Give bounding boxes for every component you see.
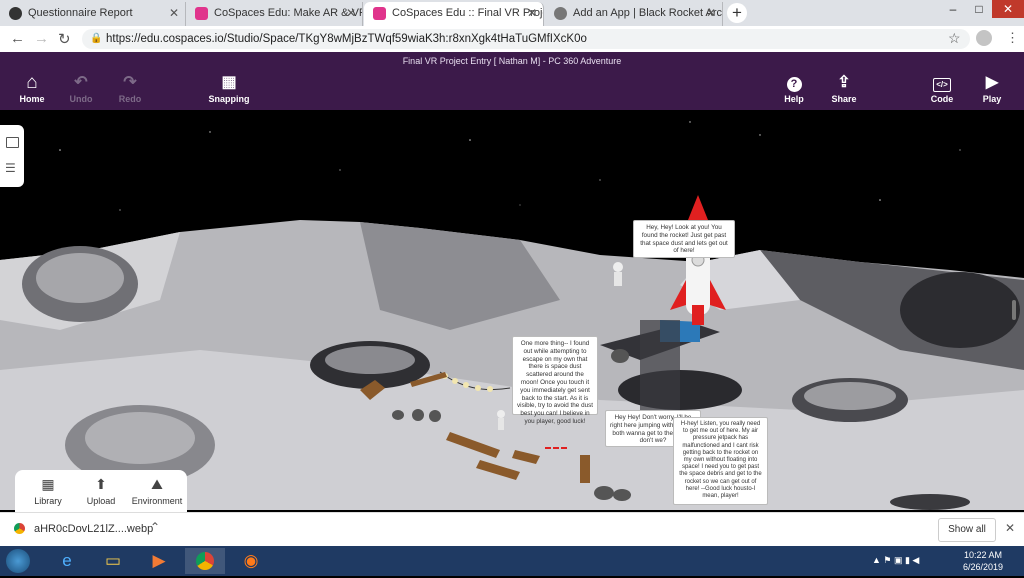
tab-questionnaire-report[interactable]: Questionnaire Report ✕ (0, 2, 186, 26)
share-label: Share (831, 94, 857, 104)
redo-label: Redo (118, 94, 142, 104)
chrome-file-icon (14, 523, 25, 534)
clock-date: 6/26/2019 (962, 562, 1004, 572)
code-icon: </> (917, 74, 967, 92)
tab-title: CoSpaces Edu: Make AR & VR in (214, 7, 363, 19)
library-label: Library (34, 496, 62, 506)
clock[interactable]: 10:22 AM 6/26/2019 (958, 549, 1008, 573)
share-icon: ⇪ (837, 74, 851, 91)
chrome-taskbar-icon[interactable] (185, 548, 225, 574)
tab-close-icon[interactable]: ✕ (527, 6, 537, 20)
gallery-icon[interactable] (6, 137, 19, 148)
speech-bubble-rocket[interactable]: Hey, Hey! Look at you! You found the roc… (633, 220, 735, 258)
redo-icon: ↷ (123, 74, 137, 91)
environment-icon: ⛰ (151, 476, 163, 492)
tab-cospaces-make[interactable]: CoSpaces Edu: Make AR & VR in ✕ (186, 2, 363, 26)
undo-label: Undo (69, 94, 93, 104)
tab-title: Add an App | Black Rocket Arcad (573, 7, 723, 19)
back-arrow-icon[interactable]: ← (10, 30, 25, 47)
browser-address-bar: ← → ↻ 🔒 https://edu.cospaces.io/Studio/S… (0, 26, 1024, 53)
start-button[interactable] (6, 549, 30, 573)
file-explorer-icon[interactable]: ▭ (93, 548, 133, 574)
snapping-button[interactable]: ▦ Snapping (204, 74, 254, 104)
firefox-icon[interactable]: ◉ (231, 548, 271, 574)
close-icon[interactable]: ✕ (1005, 521, 1015, 535)
help-label: Help (784, 94, 804, 104)
library-button[interactable]: ▦ Library (21, 476, 75, 506)
code-label: Code (930, 94, 954, 104)
system-tray-icons[interactable]: ▲ ⚑ ▣ ▮ ◀ (872, 555, 919, 566)
upload-icon: ⬆ (95, 476, 107, 492)
tab-title: CoSpaces Edu :: Final VR Project (392, 7, 544, 19)
side-panel-tab: ☰ (0, 125, 24, 187)
list-icon[interactable]: ☰ (5, 161, 16, 175)
tab-add-an-app[interactable]: Add an App | Black Rocket Arcad ✕ (545, 2, 723, 26)
tab-title: Questionnaire Report (28, 7, 133, 19)
browser-tab-strip: Questionnaire Report ✕ CoSpaces Edu: Mak… (0, 0, 1024, 26)
library-icon: ▦ (41, 476, 55, 492)
maximize-button[interactable]: □ (966, 0, 992, 18)
tab-cospaces-final-project[interactable]: CoSpaces Edu :: Final VR Project ✕ (364, 2, 544, 26)
lock-icon: 🔒 (90, 33, 103, 44)
moon-scene-graphic (0, 110, 1024, 510)
url-input[interactable]: 🔒 https://edu.cospaces.io/Studio/Space/T… (82, 29, 970, 49)
reload-icon[interactable]: ↻ (58, 30, 71, 48)
home-icon: ⌂ (26, 72, 38, 93)
tab-favicon-icon (9, 7, 22, 20)
chevron-up-icon[interactable]: ⌃ (150, 520, 160, 534)
play-icon: ▶ (985, 74, 999, 91)
url-text: https://edu.cospaces.io/Studio/Space/TKg… (106, 33, 587, 45)
speech-bubble-listen[interactable]: H-hey! Listen, you really need to get me… (673, 417, 768, 505)
bottom-tool-panel: ▦ Library ⬆ Upload ⛰ Environment (15, 470, 187, 512)
grid-icon: ▦ (221, 74, 237, 91)
globe-favicon-icon (554, 7, 567, 20)
upload-button[interactable]: ⬆ Upload (74, 476, 128, 506)
tab-close-icon[interactable]: ✕ (346, 6, 356, 20)
clock-time: 10:22 AM (963, 550, 1003, 560)
profile-avatar[interactable] (976, 30, 992, 46)
snapping-label: Snapping (208, 94, 250, 104)
cospaces-favicon-icon (195, 7, 208, 20)
share-button[interactable]: ⇪ Share (819, 74, 869, 104)
media-player-icon[interactable]: ▶ (139, 548, 179, 574)
help-button[interactable]: ? Help (769, 74, 819, 104)
speech-bubble-escape[interactable]: One more thing-- I found out while attem… (512, 336, 598, 425)
undo-button[interactable]: ↶ Undo (56, 74, 106, 104)
internet-explorer-icon[interactable]: e (47, 548, 87, 574)
new-tab-button[interactable]: + (727, 3, 747, 23)
show-all-button[interactable]: Show all (938, 518, 996, 542)
cospaces-toolbar: ⌂ Home ↶ Undo ↷ Redo ▦ Snapping ? Help ⇪… (0, 70, 1024, 110)
project-title: Final VR Project Entry [ Nathan M] - PC … (0, 52, 1024, 70)
upload-label: Upload (86, 496, 116, 506)
help-icon: ? (769, 74, 819, 92)
download-bar: aHR0cDovL21lZ....webp ⌃ Show all ✕ (0, 512, 1024, 547)
close-window-button[interactable]: ✕ (992, 0, 1024, 18)
undo-icon: ↶ (74, 74, 88, 91)
windows-taskbar: e ▭ ▶ ◉ ▲ ⚑ ▣ ▮ ◀ 10:22 AM 6/26/2019 (0, 546, 1024, 576)
minimize-button[interactable]: – (940, 0, 966, 18)
download-filename[interactable]: aHR0cDovL21lZ....webp (34, 523, 153, 535)
cospaces-favicon-icon (373, 7, 386, 20)
bookmark-star-icon[interactable]: ☆ (948, 30, 961, 47)
tab-close-icon[interactable]: ✕ (706, 6, 716, 20)
environment-button[interactable]: ⛰ Environment (127, 476, 187, 506)
play-button[interactable]: ▶ Play (967, 74, 1017, 104)
redo-button[interactable]: ↷ Redo (105, 74, 155, 104)
home-button[interactable]: ⌂ Home (7, 72, 57, 104)
environment-label: Environment (131, 496, 183, 506)
play-label: Play (982, 94, 1002, 104)
scene-viewport[interactable] (0, 110, 1024, 510)
home-label: Home (19, 94, 45, 104)
code-button[interactable]: </> Code (917, 74, 967, 104)
menu-kebab-icon[interactable]: ⋮ (1006, 30, 1019, 46)
forward-arrow-icon[interactable]: → (34, 30, 49, 47)
tab-close-icon[interactable]: ✕ (169, 6, 179, 20)
